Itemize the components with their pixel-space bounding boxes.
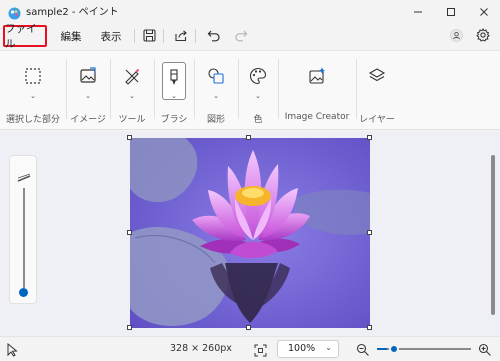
- undo-button[interactable]: [205, 27, 223, 45]
- resize-handle[interactable]: [127, 230, 132, 235]
- chevron-down-icon: ⌄: [129, 92, 135, 100]
- zoom-level-dropdown[interactable]: 100% ⌄: [277, 340, 339, 358]
- ribbon-label: 図形: [206, 115, 225, 125]
- image-icon: [76, 64, 100, 88]
- brush-icon: [162, 66, 186, 90]
- minimize-button[interactable]: [401, 0, 434, 22]
- ribbon-label: 色: [253, 115, 263, 125]
- zoom-slider-track[interactable]: [387, 348, 471, 350]
- fit-to-window-icon[interactable]: [254, 342, 267, 361]
- redo-icon: [234, 27, 248, 46]
- chevron-down-icon: ⌄: [85, 92, 91, 100]
- ribbon-label: イメージ: [70, 115, 106, 125]
- zoom-out-icon[interactable]: [356, 342, 370, 361]
- ribbon-group-colors[interactable]: ⌄ 色: [239, 51, 277, 131]
- save-icon: [142, 27, 156, 46]
- ribbon-toolbar: ⌄ 選択した部分 ⌄ イメージ ⌄ ツール ⌄ ブラシ ⌄ 図形 ⌄ 色 Ima…: [0, 50, 500, 130]
- ribbon-group-image-creator[interactable]: Image Creator: [279, 51, 355, 131]
- resize-handle[interactable]: [127, 135, 132, 140]
- gear-icon: [476, 27, 490, 46]
- menu-divider: [163, 29, 164, 43]
- chevron-down-icon: ⌄: [325, 343, 332, 352]
- resize-handle[interactable]: [367, 230, 372, 235]
- image-dimensions: 328 × 260px: [170, 343, 232, 354]
- menu-bar: ファイル 編集 表示: [0, 22, 500, 50]
- minimize-icon: [413, 2, 423, 21]
- ribbon-group-image[interactable]: ⌄ イメージ: [67, 51, 109, 131]
- vertical-scrollbar[interactable]: [491, 150, 495, 320]
- maximize-icon: [446, 2, 456, 21]
- cursor-position-icon: [6, 342, 18, 361]
- close-button[interactable]: [467, 0, 500, 22]
- settings-button[interactable]: [474, 27, 492, 45]
- ribbon-label: レイヤー: [359, 115, 395, 125]
- ribbon-group-shapes[interactable]: ⌄ 図形: [195, 51, 237, 131]
- ribbon-group-selection[interactable]: ⌄ 選択した部分: [0, 51, 66, 131]
- chevron-down-icon: ⌄: [255, 92, 261, 100]
- resize-handle[interactable]: [367, 135, 372, 140]
- ribbon-group-brushes[interactable]: ⌄ ブラシ: [155, 51, 193, 131]
- zoom-slider-thumb[interactable]: [389, 344, 399, 354]
- paint-app-icon: [8, 5, 21, 20]
- share-button[interactable]: [172, 27, 190, 45]
- slider-thumb[interactable]: [19, 288, 28, 297]
- palette-icon: [246, 64, 270, 88]
- selection-icon: [21, 64, 45, 88]
- zoom-slider-filled: [377, 348, 387, 350]
- zoom-in-icon[interactable]: [478, 342, 492, 361]
- menu-edit[interactable]: 編集: [56, 25, 86, 47]
- user-avatar-icon: [449, 27, 463, 46]
- redo-button[interactable]: [232, 27, 250, 45]
- resize-handle[interactable]: [127, 325, 132, 330]
- chevron-down-icon: ⌄: [213, 92, 219, 100]
- slider-track[interactable]: [23, 188, 25, 288]
- title-bar: sample2 - ペイント: [0, 0, 500, 22]
- close-icon: [479, 2, 489, 21]
- undo-icon: [207, 27, 221, 46]
- stroke-width-icon: [17, 168, 31, 187]
- ribbon-group-layers[interactable]: レイヤー: [357, 51, 397, 131]
- zoom-level-value: 100%: [288, 343, 316, 354]
- ribbon-group-tools[interactable]: ⌄ ツール: [111, 51, 153, 131]
- shapes-icon: [204, 64, 228, 88]
- tools-icon: [120, 64, 144, 88]
- menu-divider: [195, 29, 196, 43]
- save-button[interactable]: [140, 27, 158, 45]
- brush-size-slider-panel: [9, 155, 37, 304]
- window-title: sample2 - ペイント: [26, 7, 119, 18]
- scrollbar-thumb[interactable]: [491, 155, 495, 315]
- menu-file[interactable]: ファイル: [3, 23, 47, 50]
- resize-handle[interactable]: [246, 135, 251, 140]
- ribbon-label: 選択した部分: [5, 115, 60, 125]
- chevron-down-icon: ⌄: [171, 92, 177, 100]
- lotus-photo: [130, 138, 370, 328]
- resize-handle[interactable]: [246, 325, 251, 330]
- chevron-down-icon: ⌄: [30, 92, 36, 100]
- menu-view[interactable]: 表示: [96, 25, 126, 47]
- status-bar: 328 × 260px 100% ⌄: [0, 336, 500, 361]
- ribbon-label: ツール: [118, 115, 146, 125]
- ribbon-label: ブラシ: [160, 115, 188, 125]
- image-canvas[interactable]: [130, 138, 370, 328]
- layers-icon: [365, 64, 389, 88]
- menu-divider: [134, 29, 135, 43]
- resize-handle[interactable]: [367, 325, 372, 330]
- ribbon-label: Image Creator: [284, 112, 350, 122]
- share-icon: [174, 27, 188, 46]
- image-creator-icon: [305, 64, 329, 88]
- maximize-button[interactable]: [434, 0, 467, 22]
- account-button[interactable]: [447, 27, 465, 45]
